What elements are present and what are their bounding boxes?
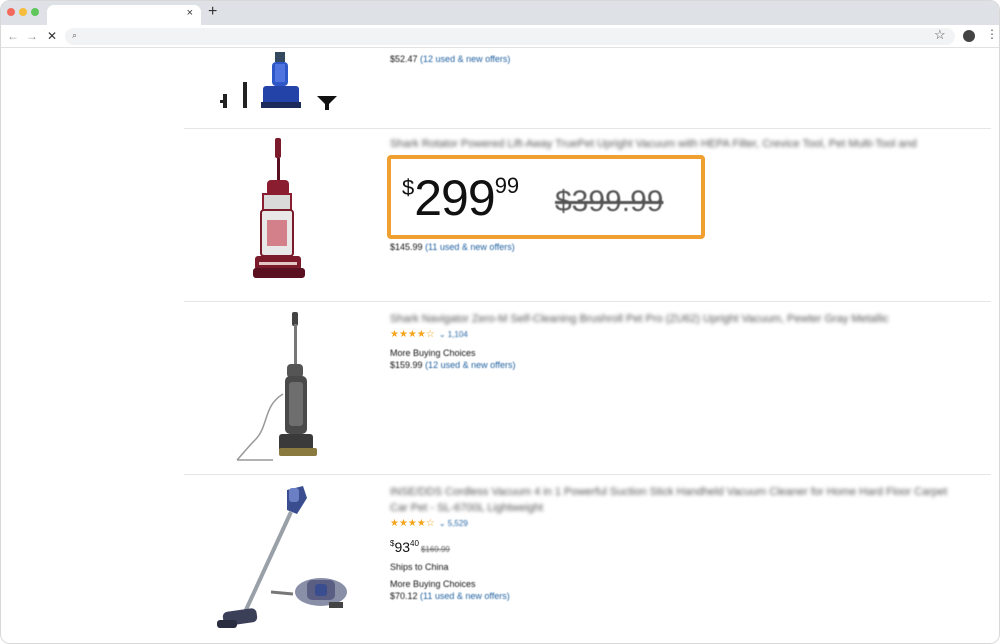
product-title-line2[interactable]: Car Pet - SL-6700L Lightweight bbox=[390, 502, 543, 514]
result-divider bbox=[184, 128, 991, 129]
current-price: $9340$169.99 bbox=[390, 539, 450, 555]
stop-loading-icon[interactable]: ✕ bbox=[47, 29, 57, 43]
browser-window: × + ← → ✕ ⌕ ☆ ⋮ $52.47 (12 used & new of… bbox=[0, 0, 1000, 644]
product-title-link[interactable]: Shark Navigator Zero-M Self-Cleaning Bru… bbox=[390, 313, 889, 325]
address-bar[interactable]: ⌕ bbox=[65, 28, 955, 45]
offers-link[interactable]: (12 used & new offers) bbox=[420, 54, 510, 64]
offers-link[interactable]: (11 used & new offers) bbox=[425, 242, 515, 252]
profile-icon[interactable] bbox=[963, 30, 975, 42]
bookmark-star-icon[interactable]: ☆ bbox=[934, 27, 946, 43]
current-price: $29999 bbox=[402, 170, 520, 226]
offer-price: $70.12 bbox=[390, 591, 418, 601]
star-rating[interactable]: ★★★★☆ ⌄ 1,104 bbox=[390, 329, 468, 340]
vacuum-product-image[interactable] bbox=[211, 484, 351, 640]
browser-tab[interactable]: × bbox=[47, 5, 201, 25]
tab-close-icon[interactable]: × bbox=[187, 7, 193, 19]
new-tab-icon[interactable]: + bbox=[208, 4, 217, 20]
offer-price: $145.99 bbox=[390, 242, 423, 252]
forward-arrow-icon[interactable]: → bbox=[26, 29, 38, 43]
buying-choices-label: More Buying Choices bbox=[390, 348, 476, 358]
vacuum-product-image[interactable] bbox=[233, 310, 323, 464]
offers-link[interactable]: (12 used & new offers) bbox=[425, 360, 515, 370]
search-results: $52.47 (12 used & new offers) Shark Rota… bbox=[1, 48, 999, 643]
rating-count[interactable]: ⌄ 5,529 bbox=[439, 519, 468, 528]
offer-price: $52.47 bbox=[390, 54, 418, 64]
buying-choices-label: More Buying Choices bbox=[390, 579, 476, 589]
kebab-menu-icon[interactable]: ⋮ bbox=[986, 27, 998, 41]
list-price: $169.99 bbox=[420, 545, 450, 554]
search-icon: ⌕ bbox=[72, 30, 78, 40]
browser-toolbar: ← → ✕ ⌕ bbox=[1, 25, 999, 48]
rating-stars-icon: ★★★★☆ bbox=[390, 518, 435, 529]
result-divider bbox=[184, 301, 991, 302]
rating-stars-icon: ★★★★☆ bbox=[390, 329, 435, 340]
minimize-window-dot[interactable] bbox=[19, 8, 27, 16]
tab-strip: × + bbox=[1, 1, 999, 25]
result-divider bbox=[184, 474, 991, 475]
list-price: $399.99 bbox=[555, 185, 664, 218]
maximize-window-dot[interactable] bbox=[31, 8, 39, 16]
product-title-link[interactable]: INSE/DDS Cordless Vacuum 4 in 1 Powerful… bbox=[390, 486, 947, 498]
offers-link[interactable]: (11 used & new offers) bbox=[420, 591, 510, 601]
shipping-note: Ships to China bbox=[390, 562, 449, 572]
vacuum-product-image[interactable] bbox=[217, 50, 341, 116]
product-title-link[interactable]: Shark Rotator Powered Lift-Away TruePet … bbox=[390, 138, 917, 150]
close-window-dot[interactable] bbox=[7, 8, 15, 16]
back-arrow-icon[interactable]: ← bbox=[7, 29, 19, 43]
rating-count[interactable]: ⌄ 1,104 bbox=[439, 330, 468, 339]
vacuum-product-image[interactable] bbox=[249, 136, 309, 288]
offer-price: $159.99 bbox=[390, 360, 423, 370]
star-rating[interactable]: ★★★★☆ ⌄ 5,529 bbox=[390, 518, 468, 529]
